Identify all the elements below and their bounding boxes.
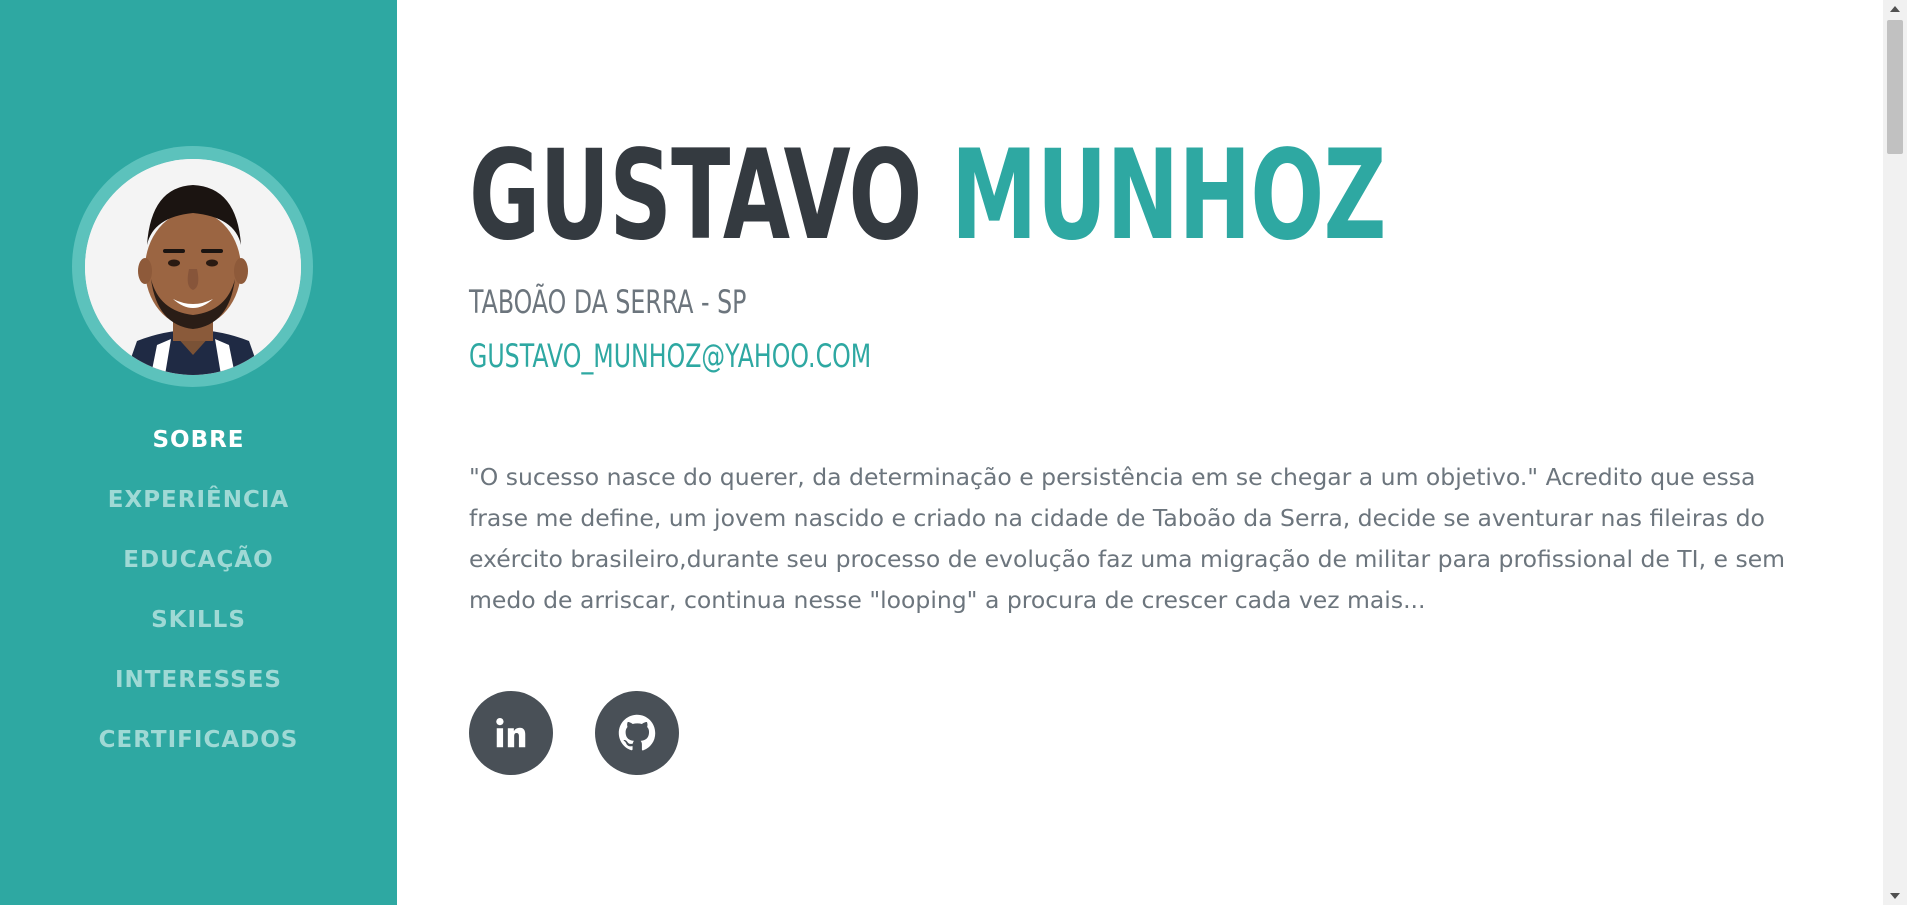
last-name: MUNHOZ — [951, 124, 1386, 268]
resume-page: SOBRE EXPERIÊNCIA EDUCAÇÃO SKILLS INTERE… — [0, 0, 1907, 905]
github-icon — [618, 714, 656, 751]
nav-item-experiencia[interactable]: EXPERIÊNCIA — [0, 480, 397, 540]
nav-item-skills[interactable]: SKILLS — [0, 600, 397, 660]
main-content: GUSTAVO MUNHOZ TABOÃO DA SERRA - SP GUST… — [397, 0, 1883, 905]
github-button[interactable] — [595, 691, 679, 775]
linkedin-button[interactable] — [469, 691, 553, 775]
scroll-up-arrow-icon[interactable] — [1883, 0, 1907, 18]
profile-photo-icon — [85, 159, 301, 375]
bio-paragraph: "O sucesso nasce do querer, da determina… — [469, 463, 1786, 614]
page-title: GUSTAVO MUNHOZ — [469, 124, 1386, 268]
sidebar: SOBRE EXPERIÊNCIA EDUCAÇÃO SKILLS INTERE… — [0, 0, 397, 905]
email-link[interactable]: GUSTAVO_MUNHOZ@YAHOO.COM — [469, 336, 871, 376]
nav-item-certificados[interactable]: CERTIFICADOS — [0, 720, 397, 780]
scrollbar[interactable] — [1883, 0, 1907, 905]
sidebar-nav: SOBRE EXPERIÊNCIA EDUCAÇÃO SKILLS INTERE… — [0, 420, 397, 780]
location-text: TABOÃO DA SERRA - SP — [469, 283, 747, 321]
nav-item-interesses[interactable]: INTERESSES — [0, 660, 397, 720]
first-name: GUSTAVO — [469, 124, 922, 268]
nav-item-educacao[interactable]: EDUCAÇÃO — [0, 540, 397, 600]
linkedin-icon — [496, 717, 526, 748]
scroll-down-arrow-icon[interactable] — [1883, 887, 1907, 905]
avatar — [85, 159, 301, 375]
scroll-thumb[interactable] — [1887, 20, 1903, 154]
nav-item-sobre[interactable]: SOBRE — [0, 420, 397, 480]
